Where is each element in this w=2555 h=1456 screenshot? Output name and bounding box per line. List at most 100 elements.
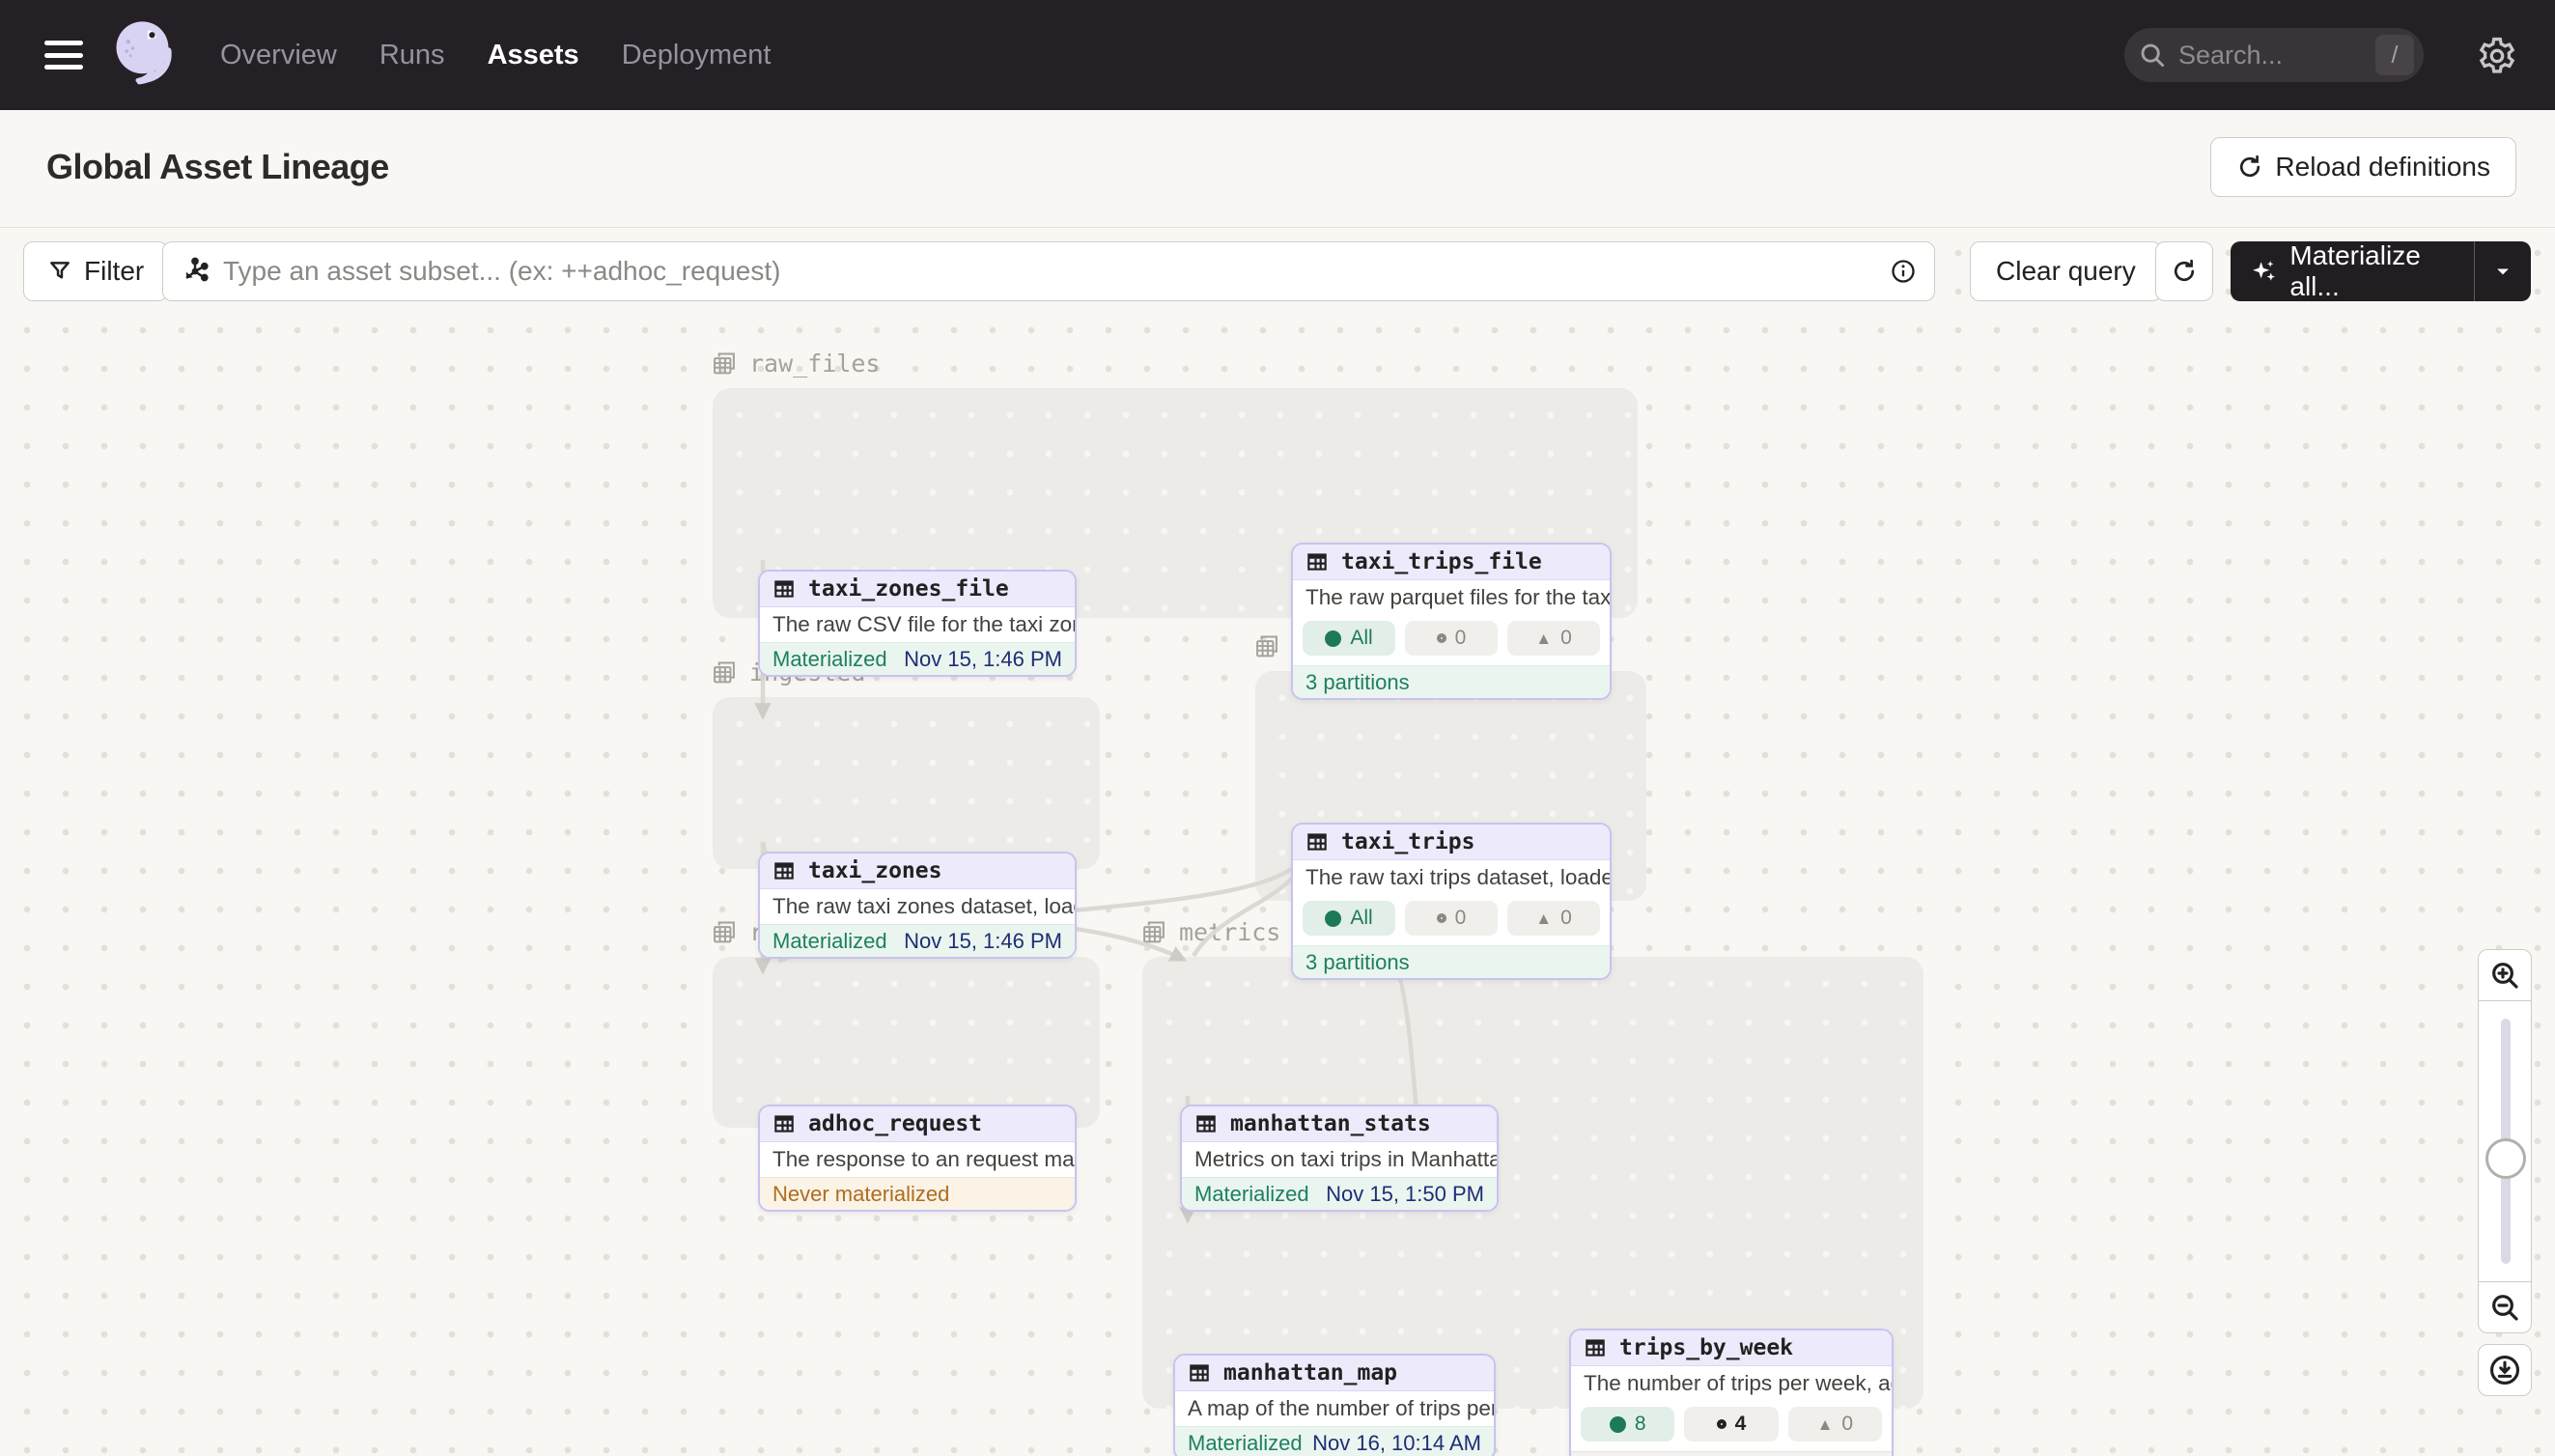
zoom-controls bbox=[2478, 949, 2532, 1333]
table-icon bbox=[1305, 829, 1330, 854]
asset-name: taxi_zones bbox=[808, 858, 941, 883]
asset-description: The raw parquet files for the taxi trips… bbox=[1293, 580, 1610, 615]
group-label-metrics[interactable]: metrics bbox=[1140, 918, 1280, 946]
asset-name: manhattan_map bbox=[1223, 1360, 1397, 1386]
asset-node-taxi-trips[interactable]: taxi_trips The raw taxi trips dataset, l… bbox=[1291, 823, 1612, 980]
asset-description: The number of trips per week, aggreg... bbox=[1571, 1366, 1892, 1401]
dagster-logo[interactable] bbox=[108, 14, 180, 97]
materialize-options-caret[interactable] bbox=[2475, 262, 2531, 281]
asset-node-adhoc-request[interactable]: adhoc_request The response to an request… bbox=[758, 1105, 1077, 1212]
asset-name: taxi_trips_file bbox=[1341, 549, 1542, 574]
asset-node-taxi-trips-file[interactable]: taxi_trips_file The raw parquet files fo… bbox=[1291, 543, 1612, 700]
download-view-button[interactable] bbox=[2478, 1344, 2532, 1396]
asset-node-trips-by-week[interactable]: trips_by_week The number of trips per we… bbox=[1569, 1329, 1894, 1456]
search-input[interactable] bbox=[2178, 41, 2375, 70]
asset-status-row: 3 partitions bbox=[1293, 665, 1610, 698]
page-title: Global Asset Lineage bbox=[46, 147, 389, 187]
asset-node-manhattan-stats[interactable]: manhattan_stats Metrics on taxi trips in… bbox=[1180, 1105, 1499, 1212]
settings-gear-icon[interactable] bbox=[2476, 35, 2518, 77]
table-icon bbox=[1193, 1111, 1219, 1136]
group-box-requests bbox=[713, 957, 1100, 1128]
asset-node-header: taxi_trips bbox=[1293, 825, 1610, 860]
refresh-icon bbox=[2236, 154, 2263, 181]
global-search[interactable]: / bbox=[2124, 28, 2424, 82]
zoom-out-icon bbox=[2489, 1292, 2520, 1323]
group-name: metrics bbox=[1179, 918, 1280, 946]
failed-triangle-icon: ▲ bbox=[1535, 630, 1552, 647]
filter-funnel-icon bbox=[47, 259, 72, 284]
asset-status-row: Materialized Nov 15, 1:46 PM bbox=[760, 642, 1075, 675]
materialization-timestamp[interactable]: Nov 15, 1:46 PM bbox=[904, 925, 1062, 957]
table-icon bbox=[772, 576, 797, 602]
materialize-all-button[interactable]: Materialize all... bbox=[2231, 241, 2531, 301]
asset-subset-input-wrapper bbox=[162, 241, 1935, 301]
table-icon bbox=[772, 1111, 797, 1136]
refresh-graph-button[interactable] bbox=[2155, 241, 2213, 301]
asset-name: taxi_zones_file bbox=[808, 576, 1009, 602]
asset-node-taxi-zones-file[interactable]: taxi_zones_file The raw CSV file for the… bbox=[758, 570, 1077, 677]
asset-status-row: 12 partitions bbox=[1571, 1451, 1892, 1456]
asset-description: Metrics on taxi trips in Manhattan bbox=[1182, 1142, 1497, 1177]
refresh-icon bbox=[2171, 258, 2198, 285]
partition-health-row: All 0 ▲0 bbox=[1293, 895, 1610, 945]
sparkle-icon bbox=[2250, 257, 2278, 286]
group-box-ingested bbox=[713, 697, 1100, 869]
asset-status-row: Never materialized bbox=[760, 1177, 1075, 1210]
partition-health-row: 8 4 ▲0 bbox=[1571, 1401, 1892, 1451]
failed-triangle-icon: ▲ bbox=[1535, 910, 1552, 927]
reload-definitions-button[interactable]: Reload definitions bbox=[2210, 137, 2516, 197]
zoom-in-icon bbox=[2489, 960, 2520, 991]
zoom-out-button[interactable] bbox=[2478, 1281, 2532, 1333]
filter-button[interactable]: Filter bbox=[23, 241, 168, 301]
status-label: Never materialized bbox=[772, 1178, 949, 1210]
nav-item-runs[interactable]: Runs bbox=[379, 40, 445, 71]
partitions-materialized-pill[interactable]: All bbox=[1303, 901, 1395, 936]
materialization-timestamp[interactable]: Nov 15, 1:50 PM bbox=[1326, 1178, 1484, 1210]
asset-status-row: Materialized Nov 15, 1:50 PM bbox=[1182, 1177, 1497, 1210]
asset-subset-input[interactable] bbox=[223, 256, 1890, 287]
asset-description: A map of the number of trips per taxi z.… bbox=[1175, 1391, 1494, 1426]
materialized-dot-icon bbox=[1325, 910, 1341, 927]
asset-node-taxi-zones[interactable]: taxi_zones The raw taxi zones dataset, l… bbox=[758, 852, 1077, 959]
partitions-materialized-pill[interactable]: 8 bbox=[1581, 1407, 1674, 1442]
asset-node-manhattan-map[interactable]: manhattan_map A map of the number of tri… bbox=[1173, 1354, 1496, 1456]
nav-item-overview[interactable]: Overview bbox=[220, 40, 337, 71]
op-selector-icon bbox=[181, 257, 210, 286]
table-icon bbox=[772, 858, 797, 883]
table-icon bbox=[1583, 1335, 1608, 1360]
asset-name: taxi_trips bbox=[1341, 829, 1474, 854]
clear-query-button[interactable]: Clear query bbox=[1970, 241, 2162, 301]
status-label: Materialized bbox=[772, 643, 887, 675]
info-icon[interactable] bbox=[1890, 258, 1917, 285]
partitions-failed-pill[interactable]: ▲0 bbox=[1507, 901, 1600, 936]
chevron-down-icon bbox=[2493, 262, 2513, 281]
materialization-timestamp[interactable]: Nov 16, 10:14 AM bbox=[1312, 1427, 1481, 1456]
search-shortcut-badge: / bbox=[2375, 35, 2414, 75]
asset-status-row: 3 partitions bbox=[1293, 945, 1610, 978]
asset-group-icon bbox=[1253, 633, 1280, 660]
zoom-in-button[interactable] bbox=[2478, 949, 2532, 1001]
partitions-missing-pill[interactable]: 0 bbox=[1405, 901, 1498, 936]
asset-description: The raw taxi zones dataset, loaded int..… bbox=[760, 889, 1075, 924]
partitions-failed-pill[interactable]: ▲0 bbox=[1507, 621, 1600, 656]
menu-hamburger-icon[interactable] bbox=[44, 41, 83, 70]
page-header: Global Asset Lineage Reload definitions bbox=[0, 110, 2555, 228]
asset-name: adhoc_request bbox=[808, 1111, 982, 1136]
partitions-failed-pill[interactable]: ▲0 bbox=[1788, 1407, 1882, 1442]
missing-ring-icon bbox=[1717, 1419, 1727, 1429]
asset-node-header: trips_by_week bbox=[1571, 1330, 1892, 1366]
partitions-materialized-pill[interactable]: All bbox=[1303, 621, 1395, 656]
materialize-all-main[interactable]: Materialize all... bbox=[2231, 240, 2474, 302]
partition-health-row: All 0 ▲0 bbox=[1293, 615, 1610, 665]
zoom-slider-knob[interactable] bbox=[2485, 1138, 2526, 1179]
table-icon bbox=[1187, 1360, 1212, 1386]
partitions-count: 12 partitions bbox=[1584, 1452, 1699, 1456]
nav-item-deployment[interactable]: Deployment bbox=[622, 40, 772, 71]
asset-description: The response to an request made in th... bbox=[760, 1142, 1075, 1177]
group-label-raw-files[interactable]: raw_files bbox=[711, 350, 880, 378]
nav-item-assets[interactable]: Assets bbox=[488, 40, 579, 71]
partitions-missing-pill[interactable]: 0 bbox=[1405, 621, 1498, 656]
materialization-timestamp[interactable]: Nov 15, 1:46 PM bbox=[904, 643, 1062, 675]
partitions-missing-pill[interactable]: 4 bbox=[1684, 1407, 1778, 1442]
asset-node-header: taxi_zones_file bbox=[760, 572, 1075, 607]
